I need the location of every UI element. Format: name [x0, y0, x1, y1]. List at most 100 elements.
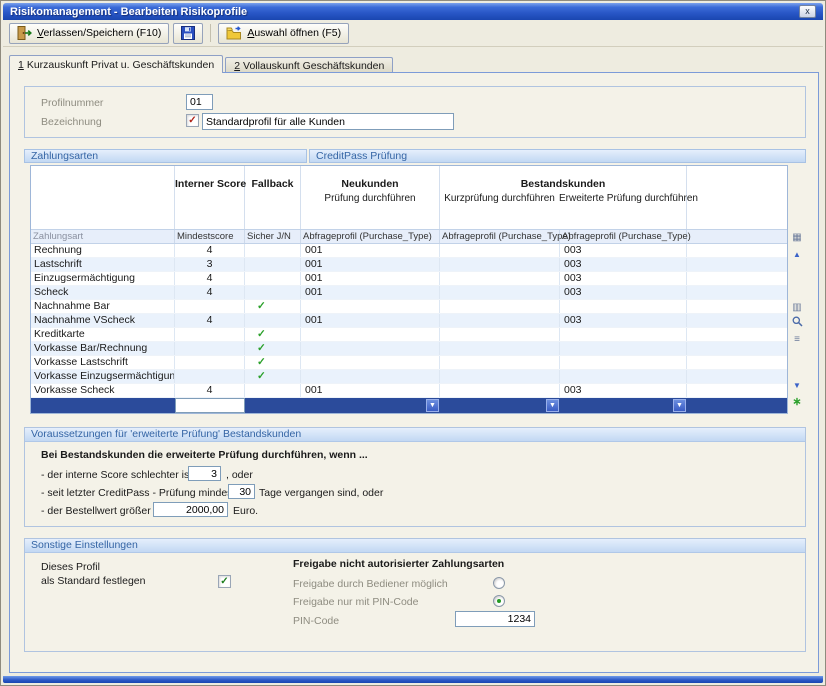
cell-name: Lastschrift: [31, 258, 175, 271]
cell-score: [175, 328, 245, 341]
subcol-abfrageprofil-kurz: Abfrageprofil (Purchase_Type): [440, 230, 560, 243]
cell-name: Scheck: [31, 286, 175, 299]
profile-group: Profilnummer Bezeichnung ✓: [24, 86, 806, 138]
scroll-up-button[interactable]: ▲: [789, 247, 805, 261]
table-row-selected[interactable]: ▼ ▼ ▼: [31, 398, 787, 413]
table-row[interactable]: Rechnung 4 001 003: [31, 244, 787, 258]
close-button[interactable]: x: [799, 5, 816, 18]
cell-name: Nachnahme VScheck: [31, 314, 175, 327]
score-threshold-input[interactable]: [188, 466, 221, 481]
cell-neu: [301, 328, 440, 341]
conditions-section: Voraussetzungen für 'erweiterte Prüfung'…: [24, 427, 806, 527]
subcol-sicher: Sicher J/N: [245, 230, 301, 243]
condition2-suffix: Tage vergangen sind, oder: [259, 487, 383, 499]
default-profile-label-2: als Standard festlegen: [41, 575, 146, 587]
subcol-zahlungsart: Zahlungsart: [31, 230, 175, 243]
cell-name: Kreditkarte: [31, 328, 175, 341]
settings-header: Sonstige Einstellungen: [25, 539, 805, 553]
profilnummer-input[interactable]: [186, 94, 213, 110]
table-row[interactable]: Vorkasse Einzugsermächtigung ✓: [31, 370, 787, 384]
table-row[interactable]: Kreditkarte ✓: [31, 328, 787, 342]
table-menu-button[interactable]: ▦: [789, 230, 805, 244]
table-row[interactable]: Nachnahme Bar ✓: [31, 300, 787, 314]
cell-score: 3: [175, 258, 245, 271]
sort-button[interactable]: ≡: [789, 332, 805, 346]
table-row[interactable]: Nachnahme VScheck 4 001 003: [31, 314, 787, 328]
settings-section: Sonstige Einstellungen Dieses Profil als…: [24, 538, 806, 652]
subcol-abfrageprofil-erw: Abfrageprofil (Purchase_Type): [560, 230, 687, 243]
table-row[interactable]: Einzugsermächtigung 4 001 003: [31, 272, 787, 286]
col-bestandskunden: Bestandskunden: [440, 178, 686, 190]
save-exit-button[interactable]: Verlassen/Speichern (F10): [9, 23, 169, 44]
insert-row-button[interactable]: ∗: [789, 394, 805, 408]
tab-vollauskunft[interactable]: 2Vollauskunft Geschäftskunden: [225, 57, 393, 73]
profilnummer-label: Profilnummer: [41, 97, 103, 109]
days-threshold-input[interactable]: [228, 484, 255, 499]
cell-kurz: [440, 370, 560, 383]
cell-neu: 001: [301, 272, 440, 285]
table-subheader: Zahlungsart Mindestscore Sicher J/N Abfr…: [31, 230, 787, 244]
col-kurzpruefung-sub: Kurzprüfung durchführen: [440, 193, 559, 204]
release-header: Freigabe nicht autorisierter Zahlungsart…: [293, 558, 504, 570]
up-arrow-icon: ▲: [793, 250, 801, 259]
grid-icon: ▦: [792, 232, 801, 243]
tab-kurzauskunft[interactable]: 1Kurzauskunft Privat u. Geschäftskunden: [9, 55, 223, 73]
pin-code-input[interactable]: [455, 611, 535, 627]
cell-erw: 003: [560, 244, 687, 257]
cell-fallback: [245, 314, 301, 327]
pin-release-radio[interactable]: [493, 595, 505, 607]
default-profile-checkbox[interactable]: ✓: [218, 575, 231, 588]
cell-neu: [301, 300, 440, 313]
cell-erw: [560, 356, 687, 369]
toolbar: Verlassen/Speichern (F10) Auswahl öffnen…: [3, 20, 823, 47]
bezeichnung-input[interactable]: [202, 113, 454, 130]
dropdown-button-erw[interactable]: ▼: [673, 399, 686, 412]
down-arrow-icon: ▼: [793, 381, 801, 390]
table-row[interactable]: Lastschrift 3 001 003: [31, 258, 787, 272]
cell-fallback: [245, 258, 301, 271]
table-row[interactable]: Vorkasse Bar/Rechnung ✓: [31, 342, 787, 356]
open-selection-button[interactable]: Auswahl öffnen (F5): [218, 23, 349, 44]
table-row[interactable]: Vorkasse Lastschrift ✓: [31, 356, 787, 370]
search-button[interactable]: [789, 316, 805, 330]
cell-fallback: ✓: [245, 356, 301, 369]
cell-name: Vorkasse Scheck: [31, 384, 175, 397]
zahlungsarten-header: Zahlungsarten: [24, 149, 307, 163]
chevron-down-icon: ▼: [676, 402, 683, 409]
cell-score: [175, 370, 245, 383]
table-row[interactable]: Scheck 4 001 003: [31, 286, 787, 300]
save-exit-label: Verlassen/Speichern (F10): [37, 27, 161, 39]
cell-fallback: ✓: [245, 370, 301, 383]
window-bottom-bar: [3, 676, 823, 683]
subcol-abfrageprofil-neu: Abfrageprofil (Purchase_Type): [301, 230, 440, 243]
conditions-header: Voraussetzungen für 'erweiterte Prüfung'…: [25, 428, 805, 442]
bezeichnung-check-icon[interactable]: ✓: [186, 114, 199, 127]
operator-release-radio[interactable]: [493, 577, 505, 589]
save-button[interactable]: [173, 23, 203, 44]
cell-name: Vorkasse Bar/Rechnung: [31, 342, 175, 355]
cell-neu: 001: [301, 244, 440, 257]
title-bar: Risikomanagement - Bearbeiten Risikoprof…: [3, 3, 823, 20]
cell-neu: [301, 356, 440, 369]
dropdown-button-kurz[interactable]: ▼: [546, 399, 559, 412]
open-selection-label: Auswahl öffnen (F5): [247, 27, 341, 39]
tab-page: Profilnummer Bezeichnung ✓ Zahlungsarten…: [9, 72, 819, 673]
scroll-down-button[interactable]: ▼: [789, 378, 805, 392]
table-row[interactable]: Vorkasse Scheck 4 001 003: [31, 384, 787, 398]
dropdown-button-neu[interactable]: ▼: [426, 399, 439, 412]
default-profile-label-1: Dieses Profil: [41, 561, 100, 573]
cell-kurz: [440, 286, 560, 299]
cell-fallback: [245, 272, 301, 285]
condition1-suffix: , oder: [226, 469, 253, 481]
grid-edit-cell[interactable]: [175, 398, 245, 413]
cell-kurz: [440, 300, 560, 313]
cell-kurz: [440, 244, 560, 257]
cell-score: 4: [175, 272, 245, 285]
order-value-input[interactable]: [153, 502, 228, 517]
col-interner-score: Interner Score: [175, 178, 244, 190]
condition3-suffix: Euro.: [233, 505, 258, 517]
col-erweitert-sub: Erweiterte Prüfung durchführen: [559, 193, 686, 204]
table-header-groups: Interner Score Fallback Neukunden Prüfun…: [31, 166, 787, 230]
cell-score: [175, 342, 245, 355]
columns-button[interactable]: ▥: [789, 300, 805, 314]
